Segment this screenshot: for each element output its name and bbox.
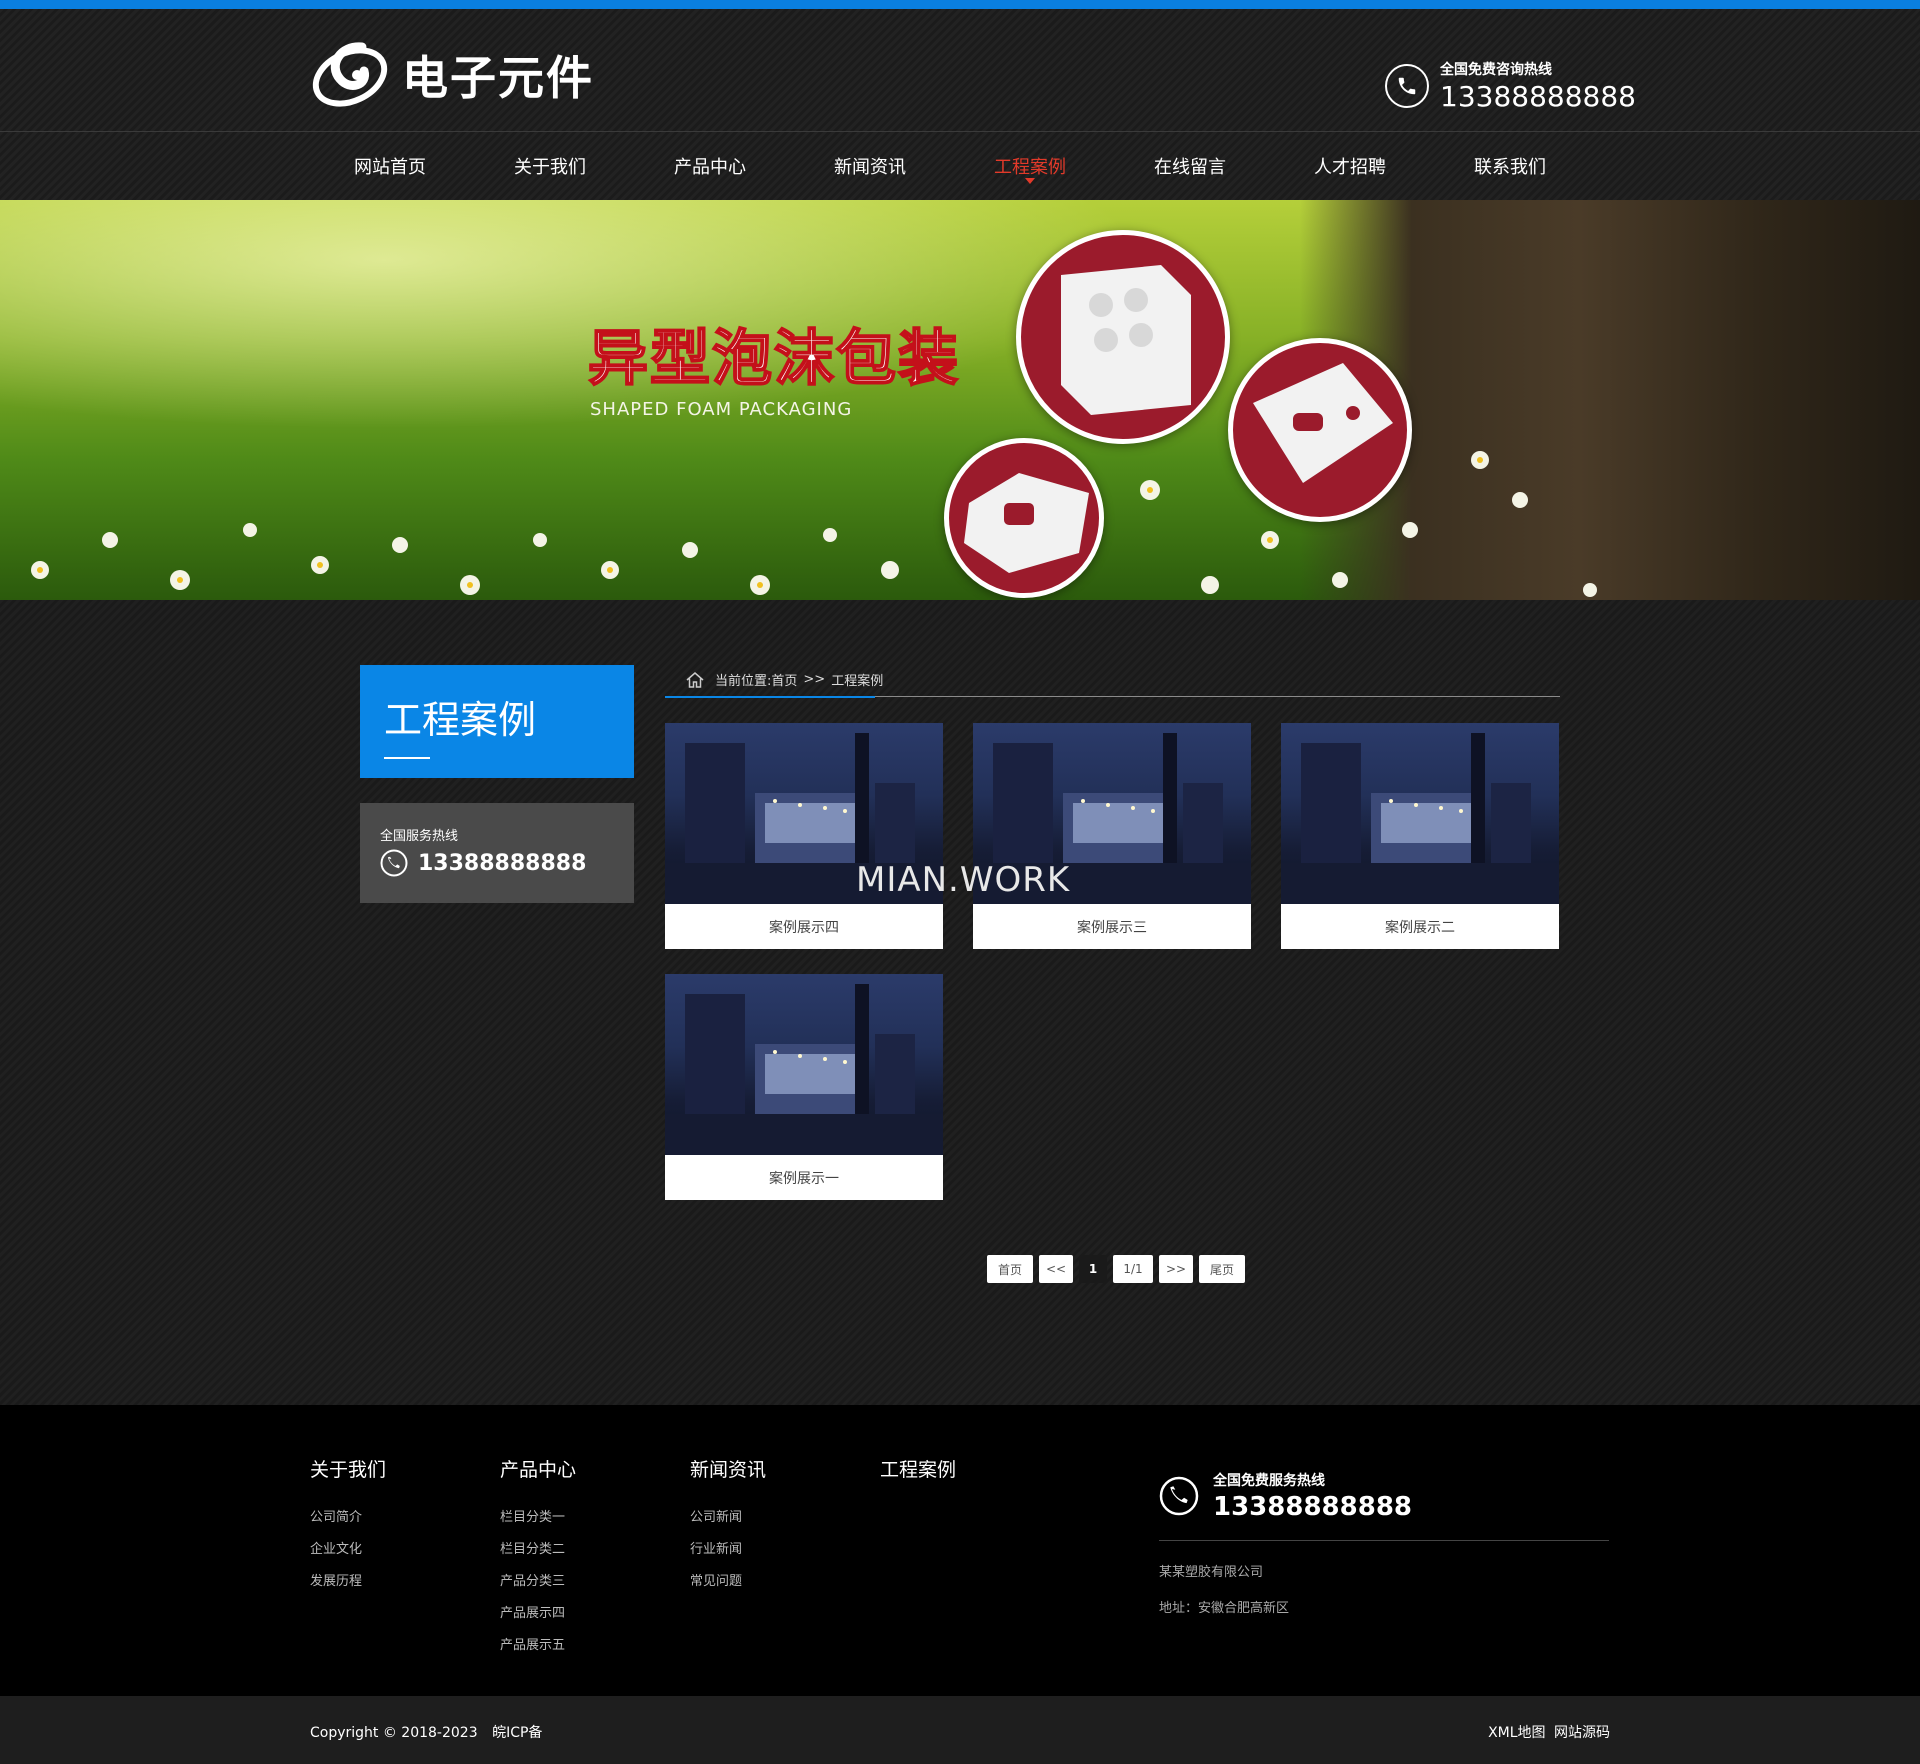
logo-swirl-icon [312,42,388,107]
copyright-bar: Copyright © 2018-2023 皖ICP备 XML地图 网站源码 [0,1697,1920,1764]
case-title: 案例展示一 [769,1170,839,1187]
phone-icon [1385,64,1429,108]
pagination-info: 1/1 [1113,1255,1153,1283]
footer-link[interactable]: 栏目分类一 [500,1502,576,1534]
hero-banner: 异型泡沫包装 SHAPED FOAM PACKAGING [0,200,1920,600]
footer-contact: 全国免费服务热线 13388888888 某某塑胶有限公司 地址：安徽合肥高新区 [1159,1470,1609,1616]
breadcrumb-separator: >> [803,672,826,687]
footer-column-title[interactable]: 产品中心 [500,1455,576,1482]
sidebar-title: 工程案例 [384,698,537,742]
hotline-number: 13388888888 [1440,80,1636,113]
footer-column-cases: 工程案例 [880,1455,956,1502]
pagination-first[interactable]: 首页 [987,1255,1033,1283]
footer-column-title[interactable]: 新闻资讯 [690,1455,766,1482]
footer-contact-number: 13388888888 [1213,1492,1412,1522]
main-nav: 网站首页 关于我们 产品中心 新闻资讯 工程案例 在线留言 人才招聘 联系我们 [0,132,1920,200]
footer-link[interactable]: 发展历程 [310,1566,386,1598]
footer-link[interactable]: 企业文化 [310,1534,386,1566]
header-hotline: 全国免费咨询热线 13388888888 [1385,59,1636,113]
footer-column-title[interactable]: 工程案例 [880,1455,956,1482]
sidebar-contact: 全国服务热线 13388888888 [360,803,634,903]
footer-address: 地址：安徽合肥高新区 [1159,1601,1290,1616]
nav-item-about[interactable]: 关于我们 [470,132,630,200]
footer-contact-label: 全国免费服务热线 [1213,1473,1325,1489]
pagination-next[interactable]: >> [1159,1255,1193,1283]
watermark-text: MIAN.WORK [856,860,1071,900]
nav-item-jobs[interactable]: 人才招聘 [1270,132,1430,200]
footer-link[interactable]: 公司新闻 [690,1502,766,1534]
nav-item-cases[interactable]: 工程案例 [950,132,1110,200]
nav-item-news[interactable]: 新闻资讯 [790,132,950,200]
sidebar-title-box: 工程案例 [360,665,634,778]
footer-column-about: 关于我们 公司简介 企业文化 发展历程 [310,1455,386,1598]
main-content: 工程案例 全国服务热线 13388888888 当前位置: 首页 >> 工程案例… [0,600,1920,1405]
case-title: 案例展示三 [1077,919,1147,936]
footer-link[interactable]: 产品展示四 [500,1598,576,1630]
icp-link[interactable]: 皖ICP备 [492,1725,542,1741]
footer-link[interactable]: 行业新闻 [690,1534,766,1566]
breadcrumb-current[interactable]: 工程案例 [831,670,883,689]
footer-link[interactable]: 产品展示五 [500,1630,576,1662]
foam-product-image-2 [1228,338,1412,522]
case-title: 案例展示二 [1385,919,1455,936]
case-card[interactable]: 案例展示一 [665,974,943,1200]
source-link[interactable]: 网站源码 [1554,1725,1610,1741]
breadcrumb-home-link[interactable]: 首页 [771,670,797,689]
footer-column-products: 产品中心 栏目分类一 栏目分类二 产品分类三 产品展示四 产品展示五 [500,1455,576,1662]
pagination-prev[interactable]: << [1039,1255,1073,1283]
nav-item-home[interactable]: 网站首页 [310,132,470,200]
footer-link[interactable]: 栏目分类二 [500,1534,576,1566]
footer-link[interactable]: 公司简介 [310,1502,386,1534]
site-header: 电子元件 全国免费咨询热线 13388888888 [0,9,1920,132]
nav-item-contact[interactable]: 联系我们 [1430,132,1590,200]
footer-link[interactable]: 产品分类三 [500,1566,576,1598]
pagination-last[interactable]: 尾页 [1199,1255,1245,1283]
footer-column-news: 新闻资讯 公司新闻 行业新闻 常见问题 [690,1455,766,1598]
footer-link[interactable]: 常见问题 [690,1566,766,1598]
logo[interactable]: 电子元件 [310,35,594,115]
xml-map-link[interactable]: XML地图 [1488,1725,1545,1741]
case-card[interactable]: 案例展示四 [665,723,943,949]
pagination: 首页 << 1 1/1 >> 尾页 [987,1255,1251,1283]
site-footer: 关于我们 公司简介 企业文化 发展历程 产品中心 栏目分类一 栏目分类二 产品分… [0,1405,1920,1696]
nav-item-message[interactable]: 在线留言 [1110,132,1270,200]
logo-text: 电子元件 [402,51,594,105]
phone-icon [380,849,408,877]
breadcrumb: 当前位置: 首页 >> 工程案例 [665,663,1560,698]
case-title: 案例展示四 [769,919,839,936]
case-card[interactable]: 案例展示二 [1281,723,1559,949]
home-icon [686,671,704,688]
breadcrumb-prefix: 当前位置: [715,674,772,689]
sidebar-contact-label: 全国服务热线 [380,829,459,844]
sidebar-title-underline [384,757,430,759]
hotline-label: 全国免费咨询热线 [1440,62,1552,78]
footer-divider [1159,1540,1609,1541]
case-card[interactable]: 案例展示三 [973,723,1251,949]
phone-icon [1159,1476,1199,1516]
nav-item-products[interactable]: 产品中心 [630,132,790,200]
footer-company: 某某塑胶有限公司 [1159,1565,1264,1580]
pagination-current[interactable]: 1 [1079,1255,1107,1283]
case-thumbnail [1281,723,1559,904]
case-thumbnail [665,974,943,1155]
top-accent-bar [0,0,1920,9]
footer-column-title[interactable]: 关于我们 [310,1455,386,1482]
foam-product-image-3 [944,438,1104,598]
sidebar-contact-number: 13388888888 [418,850,587,876]
copyright-text: Copyright © 2018-2023 [310,1725,478,1741]
banner-subtitle: SHAPED FOAM PACKAGING [590,399,853,420]
foam-product-image-1 [1016,230,1230,444]
banner-title: 异型泡沫包装 [587,323,960,395]
